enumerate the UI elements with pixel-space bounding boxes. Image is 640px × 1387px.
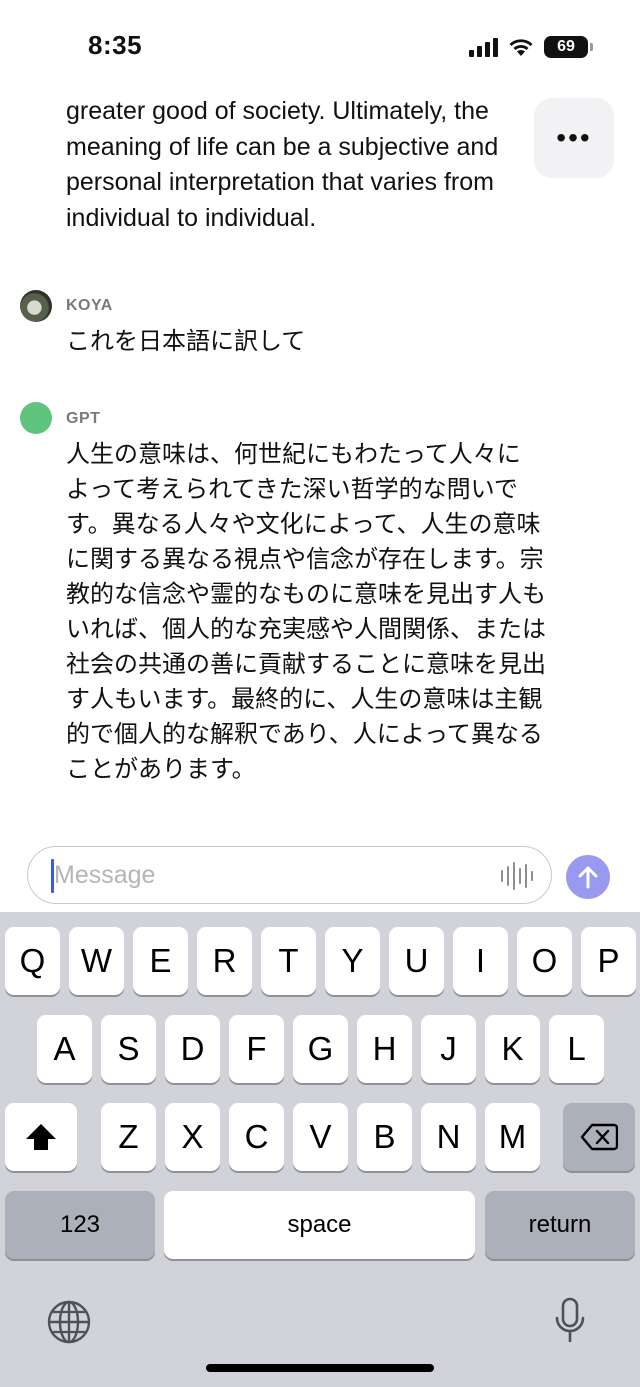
key-x[interactable]: X	[165, 1103, 220, 1171]
battery-indicator: 69	[544, 36, 593, 58]
reply-line: personal interpretation that varies from	[66, 168, 494, 196]
microphone-icon[interactable]	[553, 1296, 587, 1346]
key-b[interactable]: B	[357, 1103, 412, 1171]
key-e[interactable]: E	[133, 927, 188, 995]
key-i[interactable]: I	[453, 927, 508, 995]
key-t[interactable]: T	[261, 927, 316, 995]
gpt-avatar	[20, 402, 52, 434]
key-a[interactable]: A	[37, 1015, 92, 1083]
message-input[interactable]: Message	[27, 846, 552, 904]
message-line: 社会の共通の善に貢献することに意味を見出	[66, 650, 546, 678]
message-line: ことがあります。	[66, 755, 256, 783]
message-line: す。異なる人々や文化によって、人生の意味	[66, 510, 541, 538]
shift-key[interactable]	[5, 1103, 77, 1171]
message-line: 教的な信念や霊的なものに意味を見出す人も	[66, 580, 546, 608]
chat-thread[interactable]: greater good of society. Ultimately, the…	[0, 60, 640, 840]
assistant-message-text: 人生の意味は、何世紀にもわたって人々に よって考えられてきた深い哲学的な問いで …	[66, 437, 586, 787]
message-placeholder: Message	[54, 861, 156, 889]
keyboard: Q W E R T Y U I O P A S D F G H J K L Z …	[0, 912, 640, 1387]
key-q[interactable]: Q	[5, 927, 60, 995]
space-key[interactable]: space	[164, 1191, 475, 1259]
key-v[interactable]: V	[293, 1103, 348, 1171]
return-key[interactable]: return	[485, 1191, 635, 1259]
key-r[interactable]: R	[197, 927, 252, 995]
key-m[interactable]: M	[485, 1103, 540, 1171]
message-line: す人もいます。最終的に、人生の意味は主観	[66, 685, 543, 713]
ellipsis-icon: •••	[556, 122, 592, 153]
key-d[interactable]: D	[165, 1015, 220, 1083]
reply-line: greater good of society. Ultimately, the	[66, 97, 489, 125]
key-h[interactable]: H	[357, 1015, 412, 1083]
message-line: よって考えられてきた深い哲学的な問いで	[66, 475, 518, 503]
delete-icon	[580, 1123, 618, 1151]
key-z[interactable]: Z	[101, 1103, 156, 1171]
reply-line: individual to individual.	[66, 203, 317, 232]
globe-icon[interactable]	[46, 1299, 92, 1345]
key-c[interactable]: C	[229, 1103, 284, 1171]
delete-key[interactable]	[563, 1103, 635, 1171]
key-p[interactable]: P	[581, 927, 636, 995]
user-avatar	[20, 290, 52, 322]
home-indicator	[206, 1364, 434, 1372]
composer: Message	[0, 840, 640, 912]
message-line: 的で個人的な解釈であり、人によって異なる	[66, 720, 543, 748]
key-f[interactable]: F	[229, 1015, 284, 1083]
status-time: 8:35	[88, 30, 143, 60]
key-s[interactable]: S	[101, 1015, 156, 1083]
message-line: 人生の意味は、何世紀にもわたって人々に	[66, 440, 521, 468]
wifi-icon	[509, 39, 533, 56]
arrow-up-icon	[578, 866, 598, 889]
send-button[interactable]	[566, 855, 610, 899]
status-icons: 69	[469, 36, 593, 58]
key-u[interactable]: U	[389, 927, 444, 995]
key-n[interactable]: N	[421, 1103, 476, 1171]
reply-line: meaning of life can be a subjective and	[66, 132, 499, 161]
key-g[interactable]: G	[293, 1015, 348, 1083]
cellular-signal-icon	[469, 37, 498, 57]
voice-waveform-icon[interactable]	[501, 861, 533, 891]
user-sender-name: KOYA	[66, 297, 113, 314]
previous-assistant-reply: greater good of society. Ultimately, the…	[66, 94, 566, 236]
shift-icon	[26, 1124, 56, 1150]
gpt-sender-name: GPT	[66, 410, 101, 427]
key-w[interactable]: W	[69, 927, 124, 995]
key-o[interactable]: O	[517, 927, 572, 995]
message-line: いれば、個人的な充実感や人間関係、または	[66, 615, 546, 643]
more-options-button[interactable]: •••	[534, 98, 614, 178]
key-l[interactable]: L	[549, 1015, 604, 1083]
user-message-text: これを日本語に訳して	[66, 327, 306, 355]
numbers-key[interactable]: 123	[5, 1191, 155, 1259]
key-y[interactable]: Y	[325, 927, 380, 995]
message-line: に関する異なる視点や信念が存在します。宗	[66, 545, 544, 573]
key-j[interactable]: J	[421, 1015, 476, 1083]
key-k[interactable]: K	[485, 1015, 540, 1083]
